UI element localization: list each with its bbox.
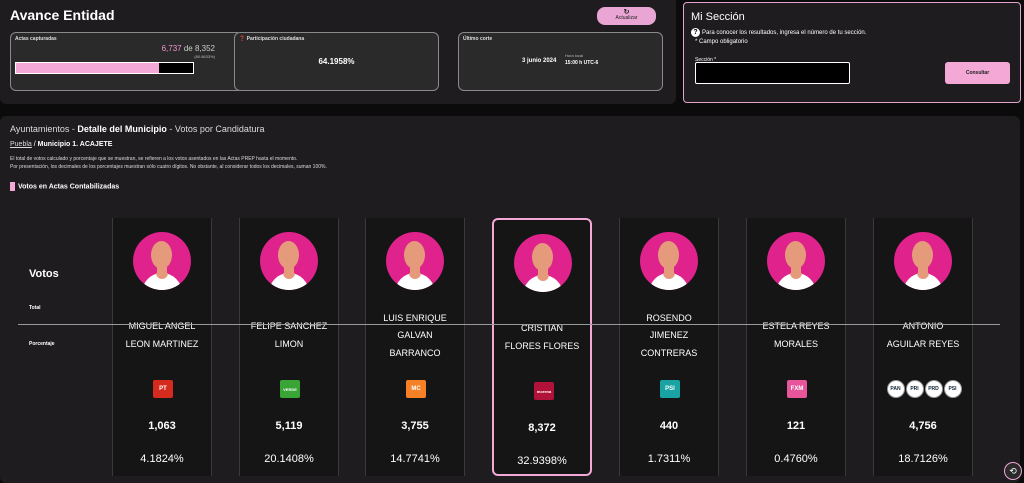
update-button[interactable]: ↻ Actualizar [597,7,656,25]
party-logo-icon: PSI [660,380,680,398]
page-title: Avance Entidad [10,7,115,23]
candidate-total: 8,372 [528,422,556,434]
candidate-card[interactable]: MIGUEL ANGEL LEON MARTINEZ PT 1,063 4.182… [112,218,212,476]
row-divider [18,324,1000,325]
party-emblem-icon: PAN [886,380,905,398]
row-label-votos: Votos [29,268,59,280]
actas-card: Actas capturadas 6,737 de 8,352 (80.6633… [10,32,243,91]
candidate-name: ESTELA REYES MORALES [762,321,830,349]
candidate-total: 1,063 [148,420,176,432]
candidate-name: CRISTIAN FLORES FLORES [504,323,580,351]
mi-seccion-panel: Mi Sección ? Para conocer los resultados,… [683,2,1021,103]
candidate-total: 440 [659,420,679,432]
mi-seccion-title: Mi Sección [691,11,745,23]
candidate-card[interactable]: LUIS ENRIQUE GALVAN BARRANCO MC 3,755 14.7… [365,218,465,476]
participacion-value: 64.1958% [318,57,355,66]
update-label: Actualizar [615,15,638,21]
row-label-porcentaje: Porcentaje [29,341,55,347]
corte-card: Último corte 3 junio 2024 Hora local 15:… [458,32,663,91]
avatar [767,232,825,290]
candidate-total: 3,755 [401,420,429,432]
candidate-card[interactable]: FELIPE SANCHEZ LIMON VERDE 5,119 20.1408% [239,218,339,476]
help-icon: ❓ [239,36,246,42]
actas-percent: (80.6633%) [194,54,215,59]
candidate-total: 4,756 [909,420,937,432]
party-logo-icon: FXM [787,380,807,398]
candidate-total: 121 [786,420,806,432]
breadcrumb-title: Ayuntamientos - Detalle del Municipio - … [10,124,265,134]
share-icon[interactable]: ⟲ [1004,462,1022,480]
required-note: * Campo obligatorio [695,39,748,45]
candidate-total: 5,119 [275,420,303,432]
candidate-percent: 4.1824% [140,453,184,465]
actas-label: Actas capturadas [15,36,57,42]
note-line-2: Por presentación, los decimales de los p… [10,164,327,170]
consultar-button[interactable]: Consultar [945,62,1010,84]
candidate-percent: 1.7311% [647,453,691,465]
actas-count: 6,737 de 8,352 [161,44,215,53]
party-emblem-icon: PSI [943,380,962,398]
avatar [894,232,952,290]
candidate-name: ROSENDO JIMENEZ CONTRERAS [640,312,698,358]
breadcrumb: Puebla / Municipio 1. ACAJETE [10,141,113,148]
note-line-1: El total de votos calculado y porcentaje… [10,156,298,162]
candidate-card[interactable]: ROSENDO JIMENEZ CONTRERAS PSI 440 1.7311% [619,218,719,476]
party-logo-icon: PT [153,380,173,398]
section-marker-icon [10,182,15,191]
actas-progress-fill [16,63,159,73]
party-logo-icon: VERDE [280,380,300,398]
candidate-name: ANTONIO AGUILAR REYES [886,321,960,349]
candidate-percent: 0.4760% [774,453,818,465]
candidate-percent: 18.7126% [898,453,948,465]
candidate-name: MIGUEL ANGEL LEON MARTINEZ [125,321,199,349]
party-logo-icon: MC [406,380,426,398]
question-icon: ? [691,28,700,37]
row-label-total: Total [29,305,41,311]
party-logo-icon: morena [534,382,554,400]
section-title: Votos en Actas Contabilizadas [10,182,119,191]
avatar [514,234,572,292]
municipio-detail-panel: Ayuntamientos - Detalle del Municipio - … [0,116,1020,483]
corte-date: 3 junio 2024 [522,58,557,64]
candidate-percent: 32.9398% [517,455,567,467]
avatar [133,232,191,290]
party-emblem-icon: PRD [924,380,943,398]
avance-entidad-panel: Avance Entidad ↻ Actualizar Actas captur… [0,0,676,104]
hora-value: 15:00 h UTC-6 [565,60,599,66]
avatar [640,232,698,290]
candidate-card[interactable]: CRISTIAN FLORES FLORES morena 8,372 32.93… [492,218,592,476]
candidate-name: LUIS ENRIQUE GALVAN BARRANCO [383,312,447,358]
candidate-card[interactable]: ESTELA REYES MORALES FXM 121 0.4760% [746,218,846,476]
corte-label: Último corte [463,36,493,42]
hora-label: Hora local [565,53,584,58]
participacion-card: ❓ Participación ciudadana 64.1958% [234,32,439,91]
party-logo-icon: PAN PRI PRD PSI [885,380,963,398]
avatar [386,232,444,290]
participacion-label: ❓ Participación ciudadana [239,36,305,42]
avatar [260,232,318,290]
candidate-percent: 20.1408% [264,453,314,465]
candidate-name: FELIPE SANCHEZ LIMON [250,321,328,349]
candidate-card[interactable]: ANTONIO AGUILAR REYES PAN PRI PRD PSI 4,756 … [873,218,973,476]
mi-seccion-instruction: ? Para conocer los resultados, ingresa el… [691,28,866,37]
actas-progress-bar [15,62,194,74]
seccion-input[interactable] [695,62,850,84]
party-emblem-icon: PRI [905,380,924,398]
candidate-percent: 14.7741% [390,453,440,465]
breadcrumb-municipio: Municipio 1. ACAJETE [37,141,113,148]
breadcrumb-entity-link[interactable]: Puebla [10,141,32,148]
